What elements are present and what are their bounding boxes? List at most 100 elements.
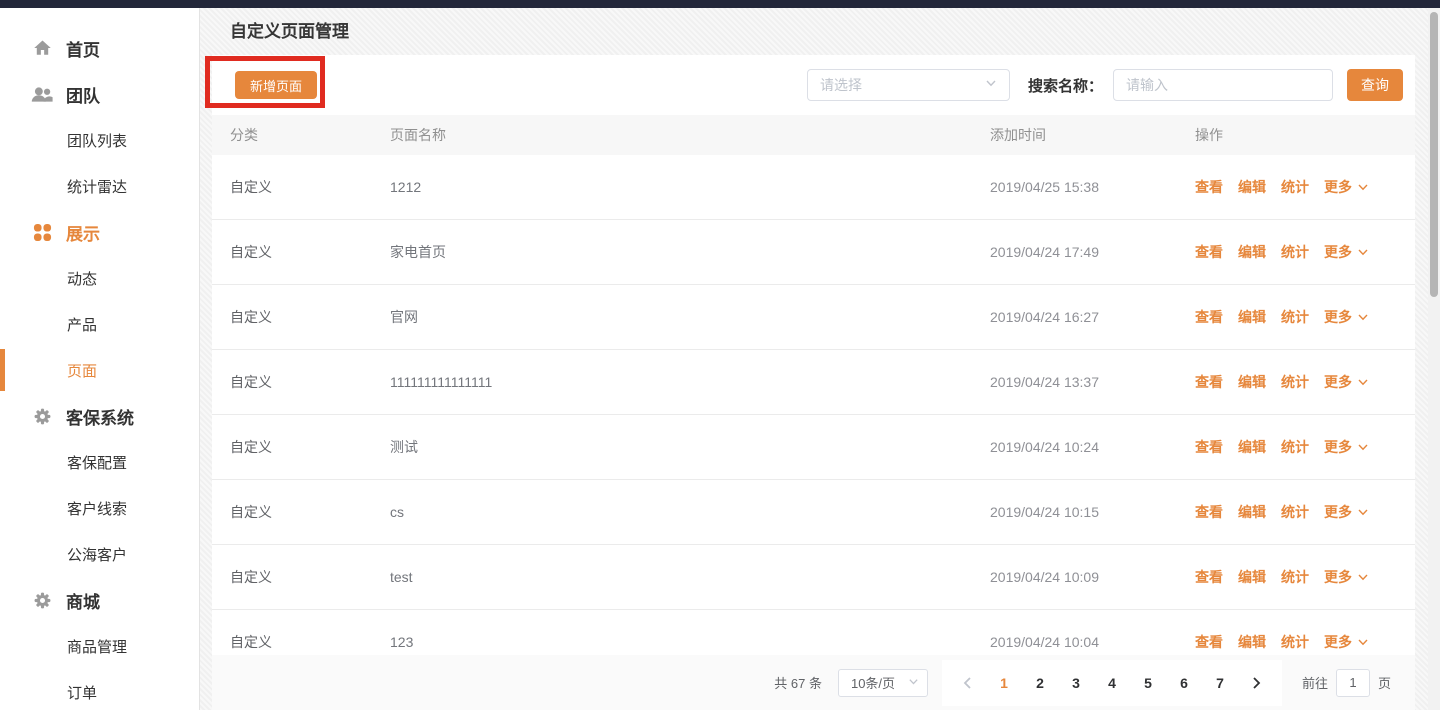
view-link[interactable]: 查看: [1195, 372, 1223, 392]
stats-link[interactable]: 统计: [1281, 502, 1309, 522]
cell-page-name: 官网: [390, 309, 418, 325]
sidebar-item-team[interactable]: 团队: [0, 71, 199, 117]
more-link[interactable]: 更多: [1324, 567, 1369, 587]
sidebar-item-label: 公海客户: [67, 546, 128, 564]
cell-category: 自定义: [230, 309, 272, 325]
cell-page-name: 家电首页: [390, 244, 446, 260]
sidebar-item-label: 统计雷达: [67, 178, 128, 196]
toolbar: 新增页面 请选择 搜索名称： 查询: [212, 55, 1415, 115]
sidebar-item-display[interactable]: 展示: [0, 209, 199, 255]
sidebar-item-orders[interactable]: 订单: [0, 669, 199, 710]
row-actions: 查看 编辑 统计 更多: [1195, 567, 1415, 587]
view-link[interactable]: 查看: [1195, 567, 1223, 587]
sidebar-item-products[interactable]: 产品: [0, 301, 199, 347]
add-page-button[interactable]: 新增页面: [235, 71, 317, 99]
sidebar-item-team-list[interactable]: 团队列表: [0, 117, 199, 163]
page-number[interactable]: 3: [1060, 669, 1092, 697]
scrollbar-track[interactable]: [1428, 8, 1440, 710]
edit-link[interactable]: 编辑: [1238, 437, 1266, 457]
edit-link[interactable]: 编辑: [1238, 632, 1266, 652]
next-page-icon[interactable]: [1240, 669, 1272, 697]
page-title: 自定义页面管理: [230, 22, 349, 41]
stats-link[interactable]: 统计: [1281, 567, 1309, 587]
page-number[interactable]: 6: [1168, 669, 1200, 697]
page-number[interactable]: 5: [1132, 669, 1164, 697]
more-link[interactable]: 更多: [1324, 242, 1369, 262]
edit-link[interactable]: 编辑: [1238, 177, 1266, 197]
table-body: 自定义 1212 2019/04/25 15:38 查看 编辑 统计 更多 自定…: [212, 155, 1415, 675]
edit-link[interactable]: 编辑: [1238, 307, 1266, 327]
sidebar-item-label: 首页: [66, 40, 100, 60]
cell-add-time: 2019/04/24 17:49: [990, 244, 1099, 260]
sidebar-item-public-customers[interactable]: 公海客户: [0, 531, 199, 577]
sidebar-item-stats-radar[interactable]: 统计雷达: [0, 163, 199, 209]
edit-link[interactable]: 编辑: [1238, 502, 1266, 522]
query-button[interactable]: 查询: [1347, 69, 1403, 101]
page-size-select[interactable]: 10条/页: [837, 668, 928, 697]
search-input[interactable]: [1113, 69, 1333, 101]
view-link[interactable]: 查看: [1195, 632, 1223, 652]
prev-page-icon[interactable]: [952, 669, 984, 697]
view-link[interactable]: 查看: [1195, 242, 1223, 262]
more-link-label: 更多: [1324, 634, 1352, 650]
page-number[interactable]: 2: [1024, 669, 1056, 697]
page-size-value: 10条/页: [850, 676, 896, 691]
sidebar-item-home[interactable]: 首页: [0, 25, 199, 71]
sidebar-item-dynamics[interactable]: 动态: [0, 255, 199, 301]
main-area: 自定义页面管理 新增页面 请选择 搜索名称： 查询 分类 页面名称 添加时间: [200, 8, 1440, 710]
edit-link[interactable]: 编辑: [1238, 242, 1266, 262]
sidebar-item-mall[interactable]: 商城: [0, 577, 199, 623]
column-header-category: 分类: [230, 127, 258, 143]
cell-page-name: 123: [390, 634, 414, 650]
gear-icon: [31, 590, 53, 610]
view-link[interactable]: 查看: [1195, 437, 1223, 457]
sidebar-item-customer-care-system[interactable]: 客保系统: [0, 393, 199, 439]
more-link[interactable]: 更多: [1324, 177, 1369, 197]
view-link[interactable]: 查看: [1195, 177, 1223, 197]
category-select[interactable]: 请选择: [806, 69, 1010, 101]
stats-link[interactable]: 统计: [1281, 437, 1309, 457]
gear-icon: [31, 406, 53, 426]
view-link[interactable]: 查看: [1195, 502, 1223, 522]
sidebar-item-customer-leads[interactable]: 客户线索: [0, 485, 199, 531]
cell-page-name: cs: [390, 504, 404, 520]
goto-page-input[interactable]: [1335, 668, 1370, 697]
sidebar-item-label: 页面: [67, 362, 98, 380]
more-link[interactable]: 更多: [1324, 307, 1369, 327]
sidebar-item-label: 商城: [66, 592, 100, 612]
row-actions: 查看 编辑 统计 更多: [1195, 307, 1415, 327]
scrollbar-thumb[interactable]: [1430, 12, 1438, 297]
view-link[interactable]: 查看: [1195, 307, 1223, 327]
more-link[interactable]: 更多: [1324, 437, 1369, 457]
sidebar-item-care-config[interactable]: 客保配置: [0, 439, 199, 485]
edit-link[interactable]: 编辑: [1238, 567, 1266, 587]
sidebar-item-label: 客户线索: [67, 500, 128, 518]
chevron-down-icon: [1358, 314, 1368, 321]
page-number[interactable]: 4: [1096, 669, 1128, 697]
more-link-label: 更多: [1324, 504, 1352, 520]
more-link-label: 更多: [1324, 439, 1352, 455]
sidebar-item-label: 团队: [66, 86, 100, 106]
more-link[interactable]: 更多: [1324, 632, 1369, 652]
category-select-placeholder: 请选择: [819, 77, 862, 93]
more-link[interactable]: 更多: [1324, 502, 1369, 522]
stats-link[interactable]: 统计: [1281, 372, 1309, 392]
sidebar-item-label: 产品: [67, 316, 98, 334]
sidebar-item-goods-management[interactable]: 商品管理: [0, 623, 199, 669]
more-link[interactable]: 更多: [1324, 372, 1369, 392]
sidebar-item-pages[interactable]: 页面: [0, 347, 199, 393]
stats-link[interactable]: 统计: [1281, 242, 1309, 262]
chevron-down-icon: [1358, 379, 1368, 386]
page-number[interactable]: 1: [988, 669, 1020, 697]
row-actions: 查看 编辑 统计 更多: [1195, 502, 1415, 522]
stats-link[interactable]: 统计: [1281, 307, 1309, 327]
stats-link[interactable]: 统计: [1281, 632, 1309, 652]
sidebar-item-label: 动态: [67, 270, 98, 288]
stats-link[interactable]: 统计: [1281, 177, 1309, 197]
row-actions: 查看 编辑 统计 更多: [1195, 242, 1415, 262]
team-icon: [31, 84, 53, 104]
chevron-down-icon: [908, 674, 919, 692]
goto-suffix: 页: [1377, 676, 1391, 691]
page-number[interactable]: 7: [1204, 669, 1236, 697]
edit-link[interactable]: 编辑: [1238, 372, 1266, 392]
